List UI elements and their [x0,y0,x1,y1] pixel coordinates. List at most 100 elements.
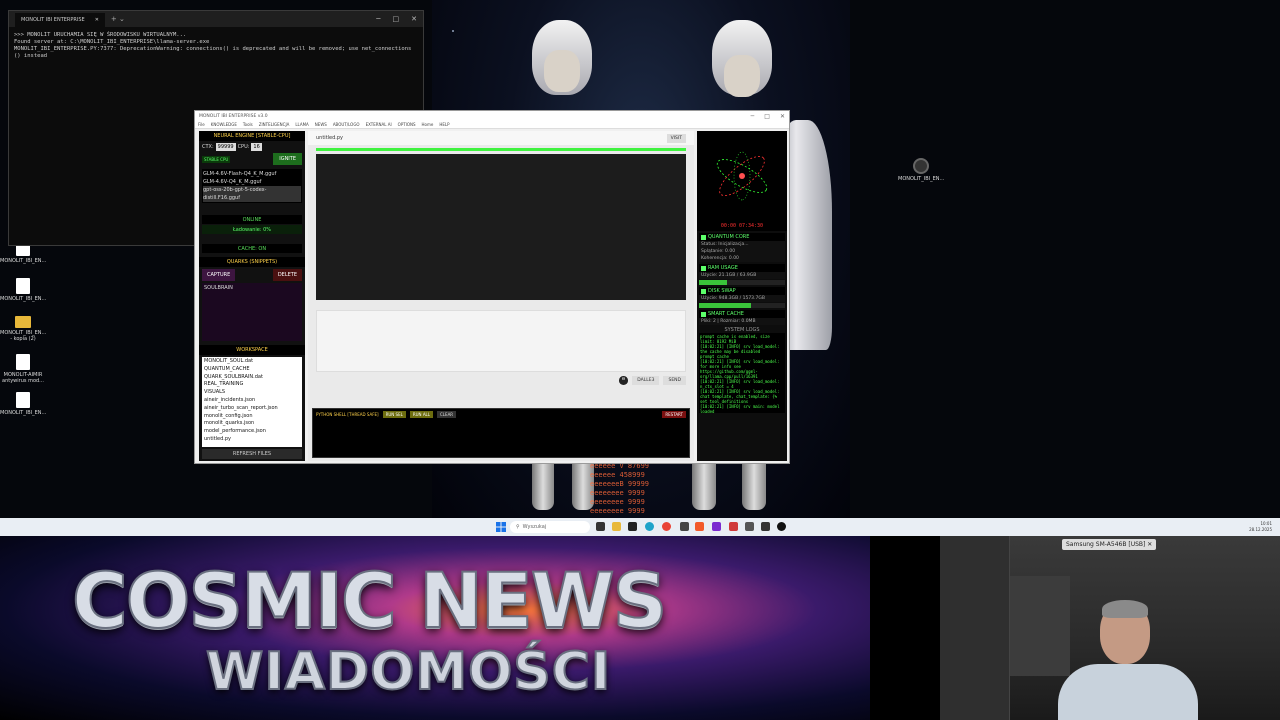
ctx-input[interactable]: 99999 [215,143,236,151]
menu-item[interactable]: ABOUT/LOGO [333,122,360,127]
task-view-icon[interactable] [596,522,605,531]
desktop-icon[interactable]: MONOLIT-AIMIR antywirus mod... [0,354,46,384]
file-item[interactable]: monolit_config.json [204,413,300,421]
close-icon[interactable]: ✕ [95,17,99,23]
edge-icon[interactable] [645,522,654,531]
new-tab-icon[interactable]: + ⌄ [111,15,125,23]
file-item[interactable]: untitled.py [204,436,300,444]
run-sel-button[interactable]: RUN SEL [382,411,406,418]
desktop: eeeeee V 87699 eeeeee 458999 eeeeeeeB 99… [0,0,1280,518]
editor-tab[interactable]: untitled.py [316,135,343,141]
file-item[interactable]: aineir_incidents.json [204,397,300,405]
atom-visual [716,151,768,201]
menu-item[interactable]: KNOWLEDGE [211,122,237,127]
run-all-button[interactable]: RUN ALL [409,411,434,418]
app-icon[interactable] [777,522,786,531]
model-item[interactable]: GLM-4.6V-Q4_K_M.gguf [203,178,301,186]
app-window[interactable]: MONOLIT IBI ENTERPRISE v3.0 ─ □ ✕ File K… [194,110,790,464]
terminal-titlebar[interactable]: MONOLIT IBI ENTERPRISE ✕ + ⌄ ─ □ ✕ [9,11,423,27]
menu-item[interactable]: NEWS [315,122,327,127]
chat-input[interactable] [316,310,686,372]
desktop-icon-right[interactable]: MONOLIT_IBI_EN... [898,158,944,182]
app-icon[interactable] [729,522,738,531]
capture-button[interactable]: CAPTURE [202,269,236,281]
file-item[interactable]: model_performance.json [204,428,300,436]
brave-icon[interactable] [695,522,704,531]
model-item[interactable]: GLM-4.6V-Flash-Q4_K_M.gguf [203,170,301,178]
clear-button[interactable]: CLEAR [437,411,457,418]
visit-button[interactable]: VISIT [666,133,686,143]
app-icon[interactable] [712,522,721,531]
engine-settings: CTX: 99999 CPU: 16 [199,141,305,153]
disk-header: DISK SWAP [699,287,785,295]
terminal-tab[interactable]: MONOLIT IBI ENTERPRISE ✕ [15,13,105,27]
file-item[interactable]: aineir_turbo_scan_report.json [204,405,300,413]
cpu-label: CPU: [237,144,250,150]
file-explorer-icon[interactable] [612,522,621,531]
minimize-icon[interactable]: ─ [376,15,380,23]
ram-header: RAM USAGE [699,264,785,272]
menu-item[interactable]: LLAMA [295,122,308,127]
file-item[interactable]: VISUALS [204,389,300,397]
snippet-item[interactable]: SOULBRAIN [204,285,300,291]
minimize-icon[interactable]: ─ [751,113,755,120]
system-logs[interactable]: prompt cache is enabled, size limit: 819… [699,333,785,413]
desktop-icon[interactable]: MONOLIT_IBI_EN... [0,392,46,416]
windows-start-icon[interactable] [496,522,506,532]
app-title: MONOLIT IBI ENTERPRISE v3.0 [199,113,268,119]
desktop-icon[interactable]: MONOLIT_IBI_EN... [0,278,46,302]
stop-icon[interactable]: ⊖ [618,376,629,385]
ctx-label: CTX: [202,144,214,150]
close-icon[interactable]: ✕ [1147,541,1152,548]
disk-usage-text: Użycie: 948.3GB / 1573.7GB [699,295,785,302]
cache-header: SMART CACHE [699,310,785,318]
file-item[interactable]: MONOLIT_SOUL.dat [204,358,300,366]
disk-bar [699,303,785,308]
terminal-icon[interactable] [628,522,637,531]
close-icon[interactable]: ✕ [411,15,417,23]
delete-button[interactable]: DELETE [272,269,302,281]
desktop-icon[interactable]: MONOLIT_IBI_EN... - kopia (2) [0,316,46,342]
file-item[interactable]: REAL_TRAINING [204,381,300,389]
send-button[interactable]: SEND [663,376,686,385]
status-icon [701,234,706,240]
disk-bar-fill [699,303,751,308]
ignite-button[interactable]: IGNITE [273,153,302,165]
engine-title: NEURAL ENGINE [STABLE-CPU] [199,131,305,141]
dalle-button[interactable]: DALLE3 [632,376,660,385]
taskbar-search[interactable]: ⚲ Wyszukaj [510,521,590,533]
maximize-icon[interactable]: □ [764,113,770,120]
maximize-icon[interactable]: □ [393,15,400,23]
shell-toolbar: PYTHON SHELL [THREAD SAFE] RUN SEL RUN A… [313,409,689,420]
menu-item[interactable]: HELP [439,122,449,127]
status-icon [701,311,706,317]
chat-controls: ⊖ DALLE3 SEND [308,372,694,389]
file-item[interactable]: QUARK_SOULBRAIN.dat [204,374,300,382]
ram-bar-fill [699,280,728,285]
screen: eeeeee V 87699 eeeeee 458999 eeeeeeeB 99… [0,0,1280,720]
file-item[interactable]: monolit_quarks.json [204,420,300,428]
model-item-selected[interactable]: gpt-oss-20b-gpt-5-codex-distill.F16.gguf [203,186,301,202]
python-shell[interactable]: PYTHON SHELL [THREAD SAFE] RUN SEL RUN A… [312,408,690,458]
menu-item[interactable]: Tools [243,122,253,127]
chrome-icon[interactable] [662,522,671,531]
taskbar-clock[interactable]: 10:01 28.12.2025 [1249,521,1272,533]
close-icon[interactable]: ✕ [780,113,785,120]
app-icon[interactable] [680,522,689,531]
clock-date: 28.12.2025 [1249,527,1272,532]
menu-item[interactable]: EXTERNAL AI [366,122,392,127]
menu-item[interactable]: Home [422,122,434,127]
app-titlebar[interactable]: MONOLIT IBI ENTERPRISE v3.0 ─ □ ✕ [195,111,789,121]
app-icon[interactable] [761,522,770,531]
menu-item[interactable]: OPTIONS [398,122,416,127]
ram-usage-text: Użycie: 21.1GB / 63.9GB [699,272,785,279]
background-door [940,536,1010,720]
code-editor[interactable] [316,154,686,300]
restart-button[interactable]: RESTART [662,411,686,418]
file-item[interactable]: QUANTUM_CACHE [204,366,300,374]
refresh-files-button[interactable]: REFRESH FILES [202,449,302,459]
menu-item[interactable]: File [198,122,205,127]
cpu-input[interactable]: 16 [251,143,262,151]
menu-item[interactable]: ZINTELIGENCJA [259,122,290,127]
app-icon[interactable] [745,522,754,531]
